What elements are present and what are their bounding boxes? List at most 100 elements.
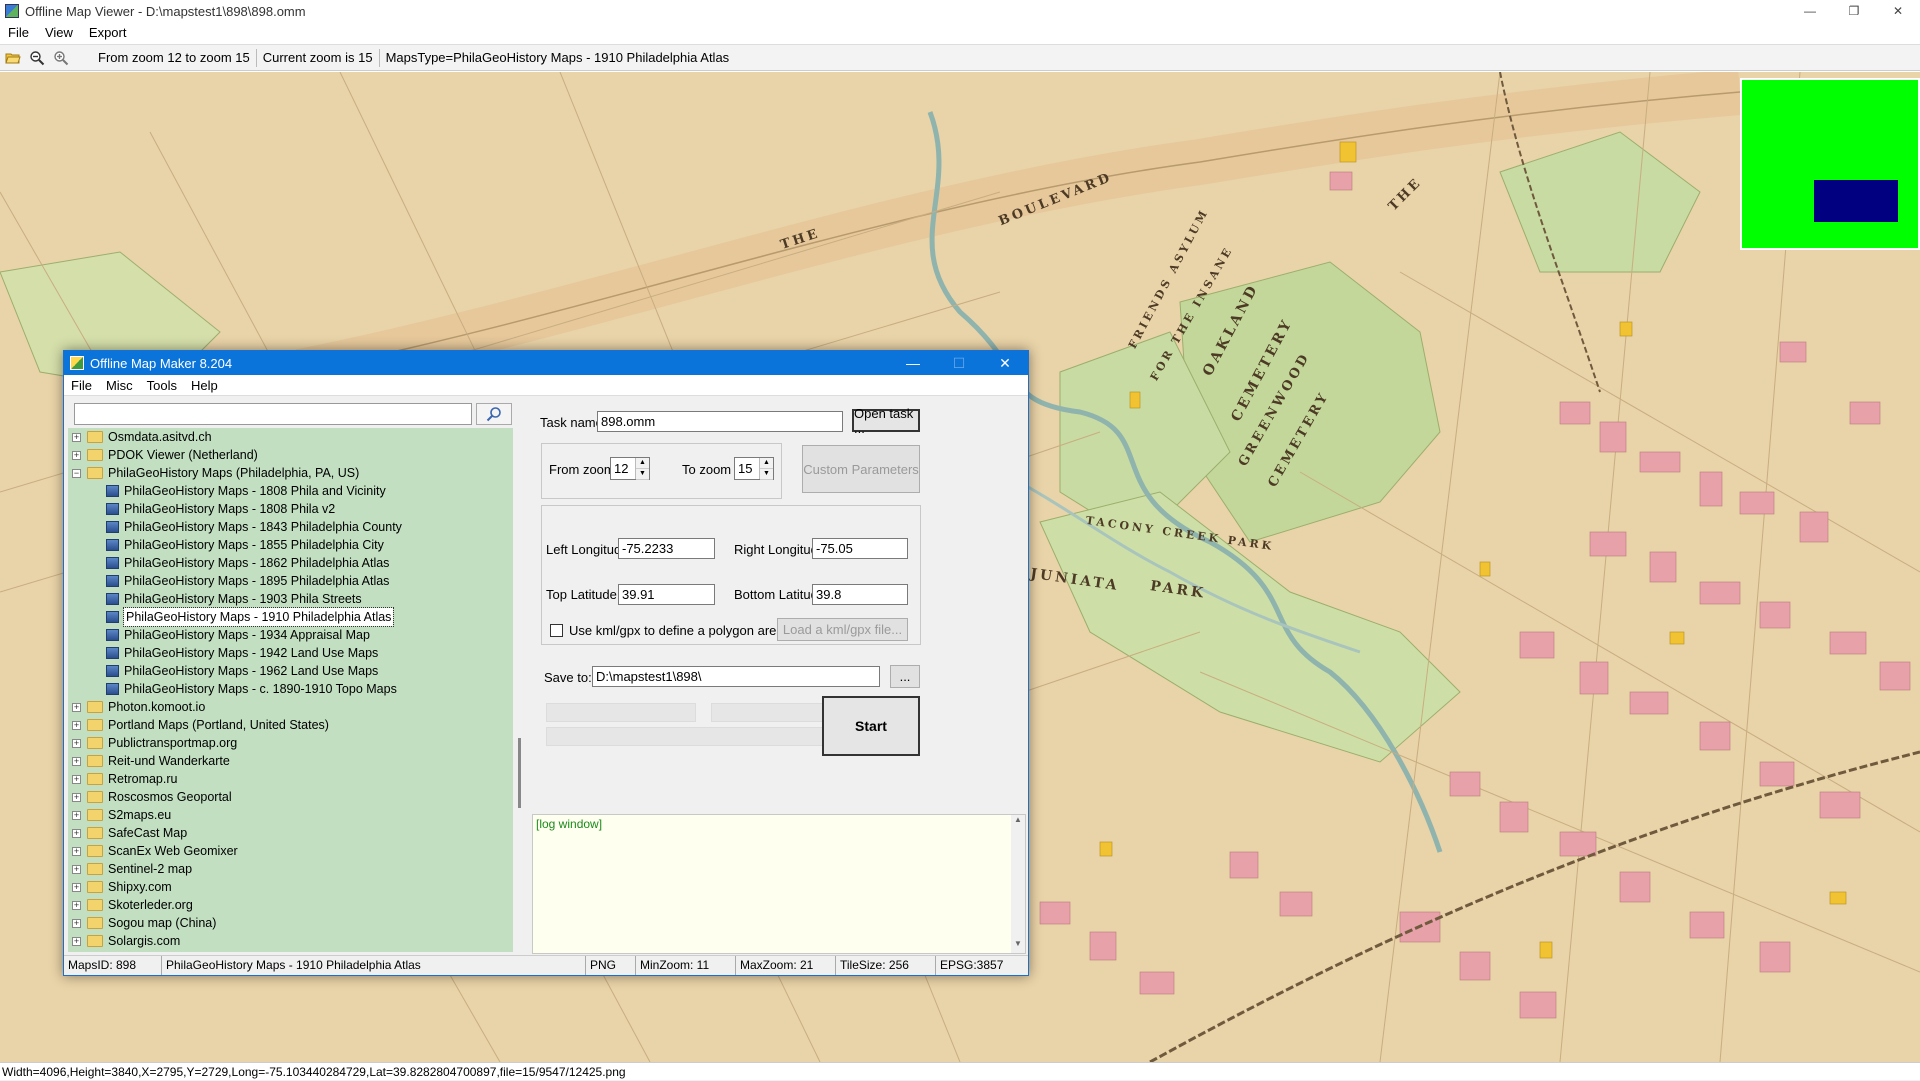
expand-icon[interactable]: + (72, 882, 81, 892)
tree-item-label: PhilaGeoHistory Maps - 1862 Philadelphia… (124, 556, 390, 570)
start-button[interactable]: Start (822, 696, 920, 756)
from-zoom-up-arrow[interactable]: ▲ (636, 458, 649, 469)
tree-folder-item[interactable]: + Sentinel-2 map (68, 860, 513, 878)
expand-icon[interactable]: + (72, 450, 81, 460)
tree-folder-item[interactable]: + Sogou map (China) (68, 914, 513, 932)
close-button[interactable]: ✕ (1876, 0, 1920, 22)
log-window[interactable]: [log window] ▲ ▼ (532, 814, 1026, 954)
map-search-button[interactable] (476, 403, 512, 425)
dialog-menu-file[interactable]: File (64, 378, 99, 393)
tree-folder-item[interactable]: − PhilaGeoHistory Maps (Philadelphia, PA,… (68, 464, 513, 482)
tree-map-item[interactable]: PhilaGeoHistory Maps - 1843 Philadelphia… (68, 518, 513, 536)
expand-icon[interactable]: + (72, 702, 81, 712)
expand-icon[interactable]: + (72, 900, 81, 910)
expand-icon[interactable]: + (72, 846, 81, 856)
menu-view[interactable]: View (37, 25, 81, 40)
tree-folder-item[interactable]: + ScanEx Web Geomixer (68, 842, 513, 860)
right-longitude-input[interactable]: -75.05 (812, 538, 908, 559)
tree-folder-item[interactable]: + Portland Maps (Portland, United States) (68, 716, 513, 734)
expand-icon[interactable]: + (72, 810, 81, 820)
tree-map-item[interactable]: PhilaGeoHistory Maps - 1910 Philadelphia… (68, 607, 513, 627)
dialog-menu-misc[interactable]: Misc (99, 378, 140, 393)
tree-map-item[interactable]: PhilaGeoHistory Maps - 1895 Philadelphia… (68, 572, 513, 590)
map-source-tree[interactable]: + Osmdata.asitvd.ch + PDOK Viewer (Netherla… (68, 428, 513, 952)
browse-folder-button[interactable]: ... (890, 665, 920, 688)
tree-item-label: Sogou map (China) (108, 916, 217, 930)
expand-icon[interactable]: + (72, 936, 81, 946)
expand-icon[interactable]: + (72, 720, 81, 730)
top-latitude-input[interactable]: 39.91 (618, 584, 715, 605)
overview-viewport-rect[interactable] (1814, 180, 1898, 222)
to-zoom-down-arrow[interactable]: ▼ (760, 469, 773, 480)
expand-icon[interactable]: + (72, 432, 81, 442)
scroll-down-icon[interactable]: ▼ (1011, 939, 1025, 953)
dialog-window-buttons: — ☐ ✕ (890, 351, 1028, 375)
tree-map-item[interactable]: PhilaGeoHistory Maps - 1962 Land Use Map… (68, 662, 513, 680)
map-search-input[interactable] (74, 403, 472, 425)
tree-folder-item[interactable]: + Retromap.ru (68, 770, 513, 788)
tree-item-label: Skoterleder.org (108, 898, 193, 912)
dialog-menu-tools[interactable]: Tools (140, 378, 184, 393)
save-to-path-input[interactable]: D:\mapstest1\898\ (592, 666, 880, 687)
from-zoom-down-arrow[interactable]: ▼ (636, 469, 649, 480)
collapse-icon[interactable]: − (72, 468, 81, 478)
folder-icon (87, 845, 103, 857)
map-layer-icon (106, 593, 119, 605)
tree-map-item[interactable]: PhilaGeoHistory Maps - 1942 Land Use Map… (68, 644, 513, 662)
expand-icon[interactable]: + (72, 918, 81, 928)
expand-icon[interactable]: + (72, 864, 81, 874)
dialog-menu-help[interactable]: Help (184, 378, 225, 393)
scroll-up-icon[interactable]: ▲ (1011, 815, 1025, 829)
expand-icon[interactable]: + (72, 828, 81, 838)
custom-parameters-button[interactable]: Custom Parameters (802, 445, 920, 493)
expand-icon[interactable]: + (72, 792, 81, 802)
tree-map-item[interactable]: PhilaGeoHistory Maps - 1862 Philadelphia… (68, 554, 513, 572)
expand-icon[interactable]: + (72, 756, 81, 766)
tree-folder-item[interactable]: + Publictransportmap.org (68, 734, 513, 752)
kml-polygon-label: Use kml/gpx to define a polygon area (569, 623, 784, 638)
dialog-close-button[interactable]: ✕ (982, 351, 1028, 375)
dialog-minimize-button[interactable]: — (890, 351, 936, 375)
menu-export[interactable]: Export (81, 25, 135, 40)
tree-folder-item[interactable]: + Osmdata.asitvd.ch (68, 428, 513, 446)
tree-map-item[interactable]: PhilaGeoHistory Maps - 1808 Phila and Vi… (68, 482, 513, 500)
tree-folder-item[interactable]: + SafeCast Map (68, 824, 513, 842)
tree-item-label: PhilaGeoHistory Maps - 1910 Philadelphia… (122, 607, 395, 627)
kml-polygon-checkbox[interactable] (550, 624, 563, 637)
to-zoom-up-arrow[interactable]: ▲ (760, 458, 773, 469)
from-zoom-spinner[interactable]: 12 ▲ ▼ (610, 457, 650, 480)
to-zoom-spinner[interactable]: 15 ▲ ▼ (734, 457, 774, 480)
restore-button[interactable]: ❐ (1832, 0, 1876, 22)
minimize-button[interactable]: — (1788, 0, 1832, 22)
log-scrollbar[interactable]: ▲ ▼ (1011, 815, 1025, 953)
tree-folder-item[interactable]: + PDOK Viewer (Netherland) (68, 446, 513, 464)
expand-icon[interactable]: + (72, 738, 81, 748)
task-name-input[interactable]: 898.omm (597, 411, 843, 432)
zoom-in-icon[interactable] (50, 47, 72, 69)
tree-folder-item[interactable]: + Shipxy.com (68, 878, 513, 896)
open-task-button[interactable]: Open task ... (852, 406, 920, 436)
tree-folder-item[interactable]: + Roscosmos Geoportal (68, 788, 513, 806)
pane-splitter-handle[interactable] (518, 738, 521, 808)
dialog-maximize-button[interactable]: ☐ (936, 351, 982, 375)
tree-folder-item[interactable]: + S2maps.eu (68, 806, 513, 824)
status-maps-id: MapsID: 898 (64, 956, 162, 975)
tree-map-item[interactable]: PhilaGeoHistory Maps - 1934 Appraisal Ma… (68, 626, 513, 644)
tree-folder-item[interactable]: + Reit-und Wanderkarte (68, 752, 513, 770)
tree-map-item[interactable]: PhilaGeoHistory Maps - c. 1890-1910 Topo… (68, 680, 513, 698)
overview-minimap[interactable] (1740, 78, 1920, 250)
menu-file[interactable]: File (0, 25, 37, 40)
left-longitude-input[interactable]: -75.2233 (618, 538, 715, 559)
zoom-out-icon[interactable] (26, 47, 48, 69)
tree-folder-item[interactable]: + Skoterleder.org (68, 896, 513, 914)
tree-folder-item[interactable]: + Solargis.com (68, 932, 513, 950)
bottom-latitude-input[interactable]: 39.8 (812, 584, 908, 605)
tree-item-label: Sentinel-2 map (108, 862, 193, 876)
open-folder-icon[interactable] (2, 47, 24, 69)
expand-icon[interactable]: + (72, 774, 81, 784)
load-kml-button[interactable]: Load a kml/gpx file... (777, 618, 908, 641)
tree-map-item[interactable]: PhilaGeoHistory Maps - 1903 Phila Street… (68, 590, 513, 608)
tree-map-item[interactable]: PhilaGeoHistory Maps - 1855 Philadelphia… (68, 536, 513, 554)
tree-folder-item[interactable]: + Photon.komoot.io (68, 698, 513, 716)
tree-map-item[interactable]: PhilaGeoHistory Maps - 1808 Phila v2 (68, 500, 513, 518)
